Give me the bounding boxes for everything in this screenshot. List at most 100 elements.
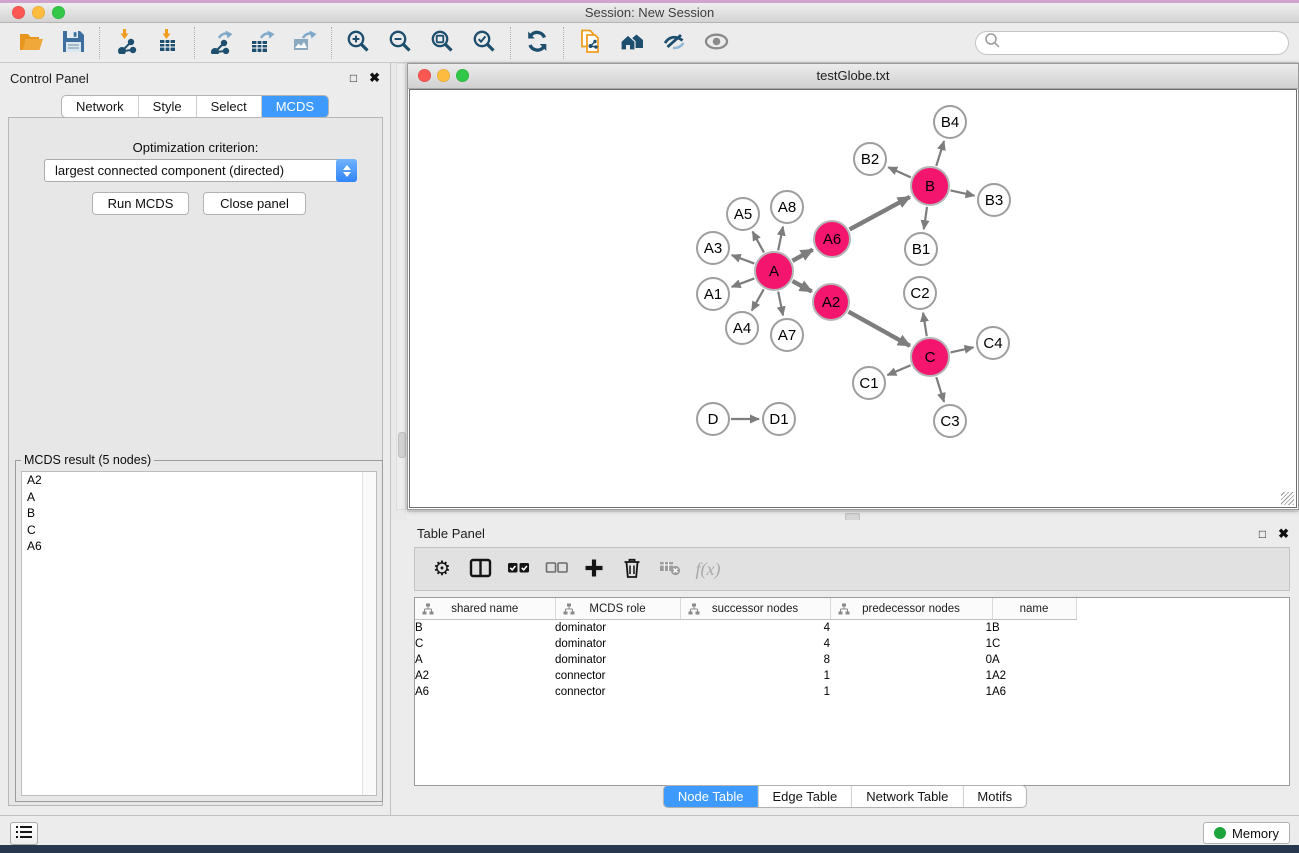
graph-node-B4[interactable]: B4 (933, 105, 967, 139)
network-window-titlebar[interactable]: testGlobe.txt (408, 64, 1298, 89)
open-session-button[interactable] (10, 26, 52, 60)
clone-network-button[interactable] (569, 26, 611, 60)
add-column-button[interactable] (575, 551, 613, 587)
graph-node-C2[interactable]: C2 (903, 276, 937, 310)
gear-button[interactable]: ⚙ (423, 551, 461, 587)
result-item[interactable]: A (22, 489, 376, 506)
tab-motifs[interactable]: Motifs (962, 786, 1026, 807)
home-button[interactable] (611, 26, 653, 60)
result-item[interactable]: A2 (22, 472, 376, 489)
table-row[interactable]: Adominator80A (415, 652, 1289, 668)
search-field[interactable] (975, 31, 1289, 55)
graph-node-A4[interactable]: A4 (725, 311, 759, 345)
cell[interactable]: 1 (830, 620, 992, 637)
run-mcds-button[interactable]: Run MCDS (92, 192, 189, 215)
cell[interactable]: 1 (680, 668, 830, 684)
tab-network[interactable]: Network (62, 96, 138, 117)
cell[interactable]: A2 (992, 668, 1076, 684)
graph-node-A5[interactable]: A5 (726, 197, 760, 231)
mcds-result-list[interactable]: A2ABCA6 (21, 471, 377, 796)
graph-node-C[interactable]: C (910, 337, 950, 377)
cell[interactable]: dominator (555, 652, 680, 668)
select-all-columns-button[interactable] (499, 551, 537, 587)
cell[interactable]: A (992, 652, 1076, 668)
network-minimize-button[interactable] (437, 69, 450, 82)
graph-node-A8[interactable]: A8 (770, 190, 804, 224)
cell[interactable]: connector (555, 668, 680, 684)
export-network-button[interactable] (200, 26, 242, 60)
graph-node-D[interactable]: D (696, 402, 730, 436)
table-row[interactable]: Cdominator41C (415, 636, 1289, 652)
cell[interactable]: 1 (830, 636, 992, 652)
memory-button[interactable]: Memory (1203, 822, 1290, 844)
window-resize-grip[interactable] (1281, 492, 1294, 505)
tab-style[interactable]: Style (138, 96, 196, 117)
cell[interactable]: 4 (680, 636, 830, 652)
criterion-dropdown[interactable]: largest connected component (directed) (44, 159, 357, 182)
cell[interactable]: 1 (830, 668, 992, 684)
graph-node-C3[interactable]: C3 (933, 404, 967, 438)
tab-node-table[interactable]: Node Table (664, 786, 758, 807)
close-window-button[interactable] (12, 6, 25, 19)
cell[interactable]: connector (555, 684, 680, 700)
network-canvas[interactable]: B4B2BB3A8A5A6A3B1AA1C2A2A4A7C4CC1C3DD1 (409, 89, 1297, 508)
graph-node-B2[interactable]: B2 (853, 142, 887, 176)
close-panel-button[interactable]: Close panel (203, 192, 306, 215)
graph-node-A6[interactable]: A6 (813, 220, 851, 258)
result-item[interactable]: A6 (22, 538, 376, 555)
import-network-button[interactable] (105, 26, 147, 60)
table-row[interactable]: A2connector11A2 (415, 668, 1289, 684)
graph-node-D1[interactable]: D1 (762, 402, 796, 436)
zoom-out-button[interactable] (379, 26, 421, 60)
cell[interactable]: A6 (415, 684, 555, 700)
zoom-fit-button[interactable] (421, 26, 463, 60)
tab-network-table[interactable]: Network Table (851, 786, 962, 807)
split-columns-button[interactable] (461, 551, 499, 587)
table-row[interactable]: Bdominator41B (415, 620, 1289, 637)
graph-node-A3[interactable]: A3 (696, 231, 730, 265)
cell[interactable]: 0 (830, 652, 992, 668)
network-close-button[interactable] (418, 69, 431, 82)
cell[interactable]: C (415, 636, 555, 652)
export-image-button[interactable] (284, 26, 326, 60)
function-builder-button[interactable]: f(x) (689, 551, 727, 587)
cell[interactable]: 1 (830, 684, 992, 700)
export-table-button[interactable] (242, 26, 284, 60)
cell[interactable]: B (992, 620, 1076, 637)
minimize-window-button[interactable] (32, 6, 45, 19)
cell[interactable]: C (992, 636, 1076, 652)
result-item[interactable]: C (22, 522, 376, 539)
float-table-panel-icon[interactable]: □ (1259, 527, 1266, 541)
network-zoom-button[interactable] (456, 69, 469, 82)
zoom-window-button[interactable] (52, 6, 65, 19)
close-panel-icon[interactable]: ✖ (369, 70, 380, 86)
column-header-name[interactable]: name (992, 598, 1076, 620)
result-item[interactable]: B (22, 505, 376, 522)
graph-node-B[interactable]: B (910, 166, 950, 206)
close-table-panel-icon[interactable]: ✖ (1278, 526, 1289, 542)
table-row[interactable]: A6connector11A6 (415, 684, 1289, 700)
node-table[interactable]: shared nameMCDS rolesuccessor nodesprede… (414, 597, 1290, 786)
cell[interactable]: A6 (992, 684, 1076, 700)
cell[interactable]: A2 (415, 668, 555, 684)
tab-select[interactable]: Select (196, 96, 261, 117)
column-header-successor-nodes[interactable]: successor nodes (680, 598, 830, 620)
desktop-vertical-scrollbar[interactable] (396, 63, 406, 510)
cell[interactable]: B (415, 620, 555, 637)
zoom-selected-button[interactable] (463, 26, 505, 60)
tab-edge-table[interactable]: Edge Table (757, 786, 851, 807)
delete-column-button[interactable] (613, 551, 651, 587)
search-input[interactable] (1005, 34, 1280, 51)
import-table-button[interactable] (147, 26, 189, 60)
refresh-layout-button[interactable] (516, 26, 558, 60)
graph-node-B3[interactable]: B3 (977, 183, 1011, 217)
graph-node-A7[interactable]: A7 (770, 318, 804, 352)
destroy-table-button[interactable] (651, 551, 689, 587)
cell[interactable]: 1 (680, 684, 830, 700)
birdseye-view-button[interactable] (695, 26, 737, 60)
graph-node-C1[interactable]: C1 (852, 366, 886, 400)
result-scrollbar[interactable] (362, 472, 376, 795)
cell[interactable]: A (415, 652, 555, 668)
graph-node-A1[interactable]: A1 (696, 277, 730, 311)
graph-node-A2[interactable]: A2 (812, 283, 850, 321)
